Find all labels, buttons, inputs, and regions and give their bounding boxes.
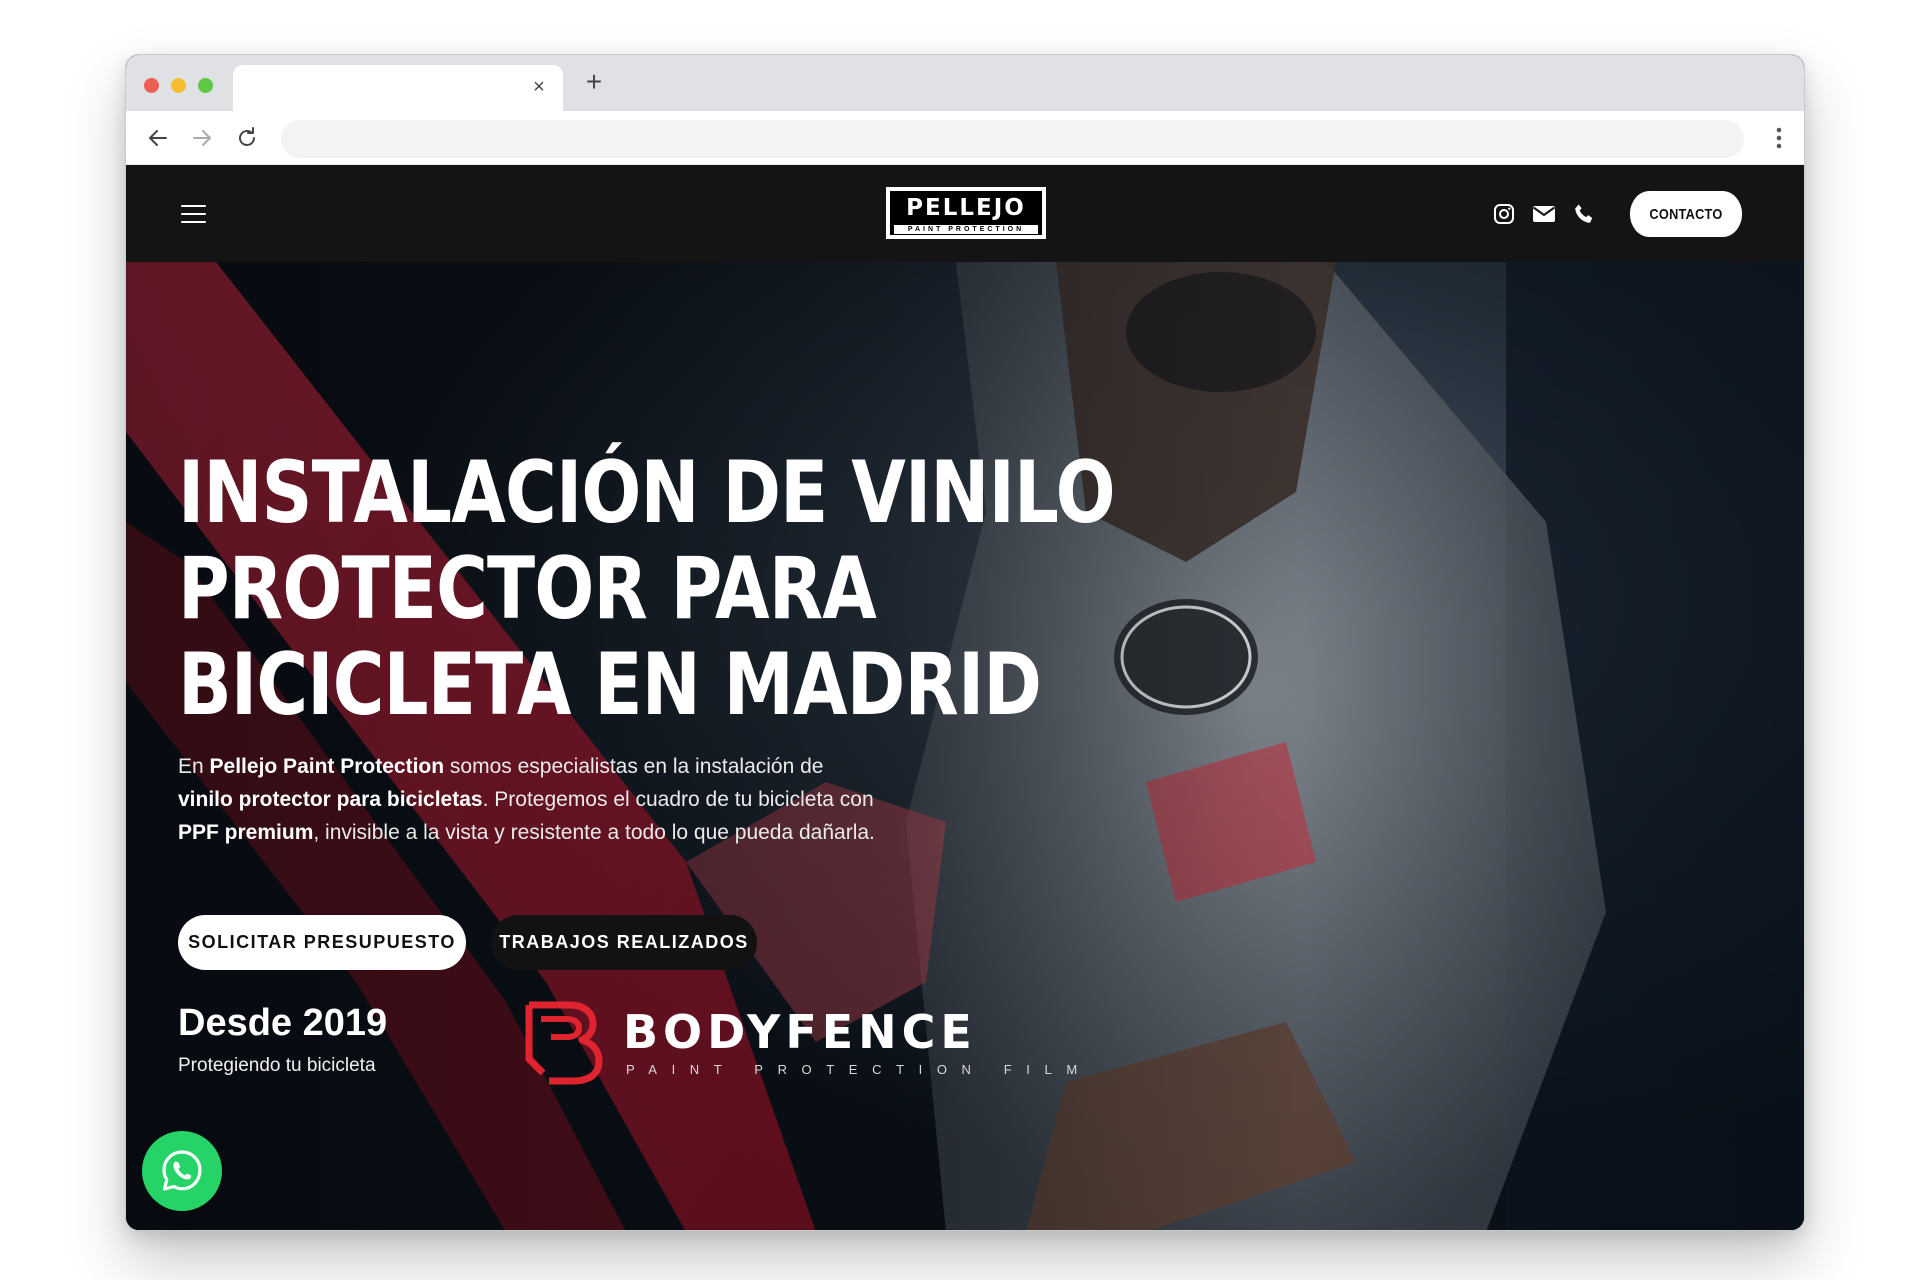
website: PELLEJO PAINT PROTECTION CONTACTO INSTAL… [126,165,1804,1230]
reload-icon[interactable] [233,124,261,152]
hero-title-line: PROTECTOR PARA [178,539,877,639]
menu-icon[interactable] [181,205,206,223]
instagram-icon[interactable] [1492,202,1516,226]
whatsapp-icon [162,1150,202,1191]
close-window-button[interactable] [144,78,159,93]
address-bar[interactable] [281,120,1744,158]
partner-tagline: PAINT PROTECTION FILM [626,1062,1092,1077]
hero-title-line: INSTALACIÓN DE VINILO [178,443,1116,543]
since-subtitle: Protegiendo tu bicicleta [178,1055,376,1076]
hero-section: INSTALACIÓN DE VINILO PROTECTOR PARA BIC… [126,262,1804,1230]
works-done-button[interactable]: TRABAJOS REALIZADOS [491,915,757,970]
logo-wordmark: PELLEJO [906,195,1026,221]
browser-window: × + PELLEJO PAINT PROTECTION CONTACTO IN… [125,54,1805,1231]
mail-icon[interactable] [1532,202,1556,226]
since-year: Desde 2019 [178,1002,388,1044]
phone-icon[interactable] [1572,202,1596,226]
new-tab-button[interactable]: + [578,67,610,99]
browser-menu-icon[interactable] [1774,125,1784,151]
hero-title: INSTALACIÓN DE VINILO PROTECTOR PARA BIC… [178,443,1116,735]
forward-icon[interactable] [188,124,216,152]
contact-button[interactable]: CONTACTO [1629,191,1743,237]
minimize-window-button[interactable] [171,78,186,93]
whatsapp-button[interactable] [142,1131,222,1211]
close-tab-icon[interactable]: × [529,77,549,97]
back-icon[interactable] [144,124,172,152]
bodyfence-mark-icon [525,1001,603,1085]
browser-toolbar [126,111,1804,165]
browser-tab[interactable]: × [233,65,563,111]
logo-subtitle: PAINT PROTECTION [894,225,1038,234]
maximize-window-button[interactable] [198,78,213,93]
partner-name: BODYFENCE [623,1005,977,1059]
hero-description: En Pellejo Paint Protection somos especi… [178,755,875,844]
hero-overlay [126,262,1804,1230]
pellejo-logo[interactable]: PELLEJO PAINT PROTECTION [886,187,1046,239]
tab-bar: × + [126,55,1804,111]
site-header: PELLEJO PAINT PROTECTION CONTACTO [126,165,1804,262]
hero-title-line: BICICLETA EN MADRID [178,635,1042,735]
request-quote-button[interactable]: SOLICITAR PRESUPUESTO [178,915,466,970]
